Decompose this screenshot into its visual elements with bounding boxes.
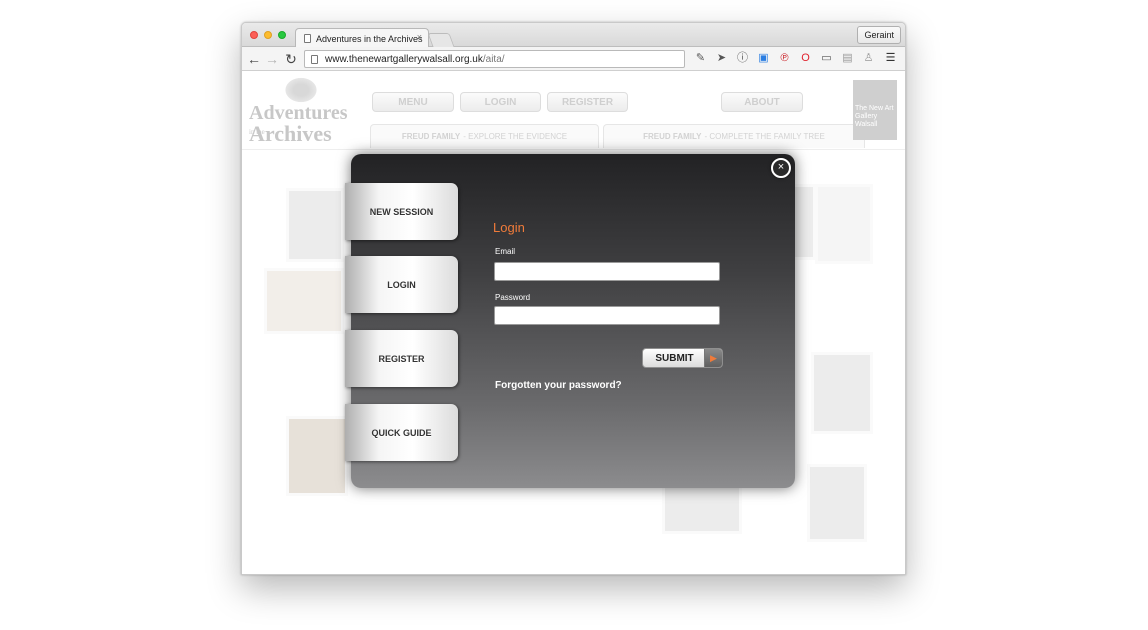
cast-icon[interactable]: ▭ — [820, 52, 833, 65]
page-icon — [304, 34, 311, 43]
window-icon[interactable]: ▣ — [757, 52, 770, 65]
about-button[interactable]: ABOUT — [721, 92, 803, 112]
info-icon[interactable]: ⓘ — [736, 52, 749, 65]
side-tab-label: LOGIN — [387, 279, 416, 290]
archive-photo[interactable] — [811, 352, 873, 434]
forward-icon[interactable]: → — [264, 51, 280, 67]
tab-family-tree[interactable]: FREUD FAMILY - COMPLETE THE FAMILY TREE — [603, 124, 865, 148]
site-header: Adventures in the Archives MENU LOGIN RE… — [242, 72, 905, 150]
tab-family-rest: - COMPLETE THE FAMILY TREE — [704, 132, 825, 141]
archive-photo[interactable] — [662, 482, 742, 534]
archive-photo[interactable] — [807, 464, 867, 542]
side-tab-register[interactable]: REGISTER — [345, 330, 458, 387]
side-tab-label: NEW SESSION — [369, 206, 434, 217]
tab-explore-evidence[interactable]: FREUD FAMILY - EXPLORE THE EVIDENCE — [370, 124, 599, 148]
page-info-icon — [311, 54, 318, 64]
header-register-button[interactable]: REGISTER — [547, 92, 628, 112]
profile-button[interactable]: Geraint — [857, 26, 901, 44]
tab-family-bold: FREUD FAMILY — [643, 132, 702, 141]
side-tab-label: REGISTER — [378, 353, 425, 364]
login-title: Login — [493, 220, 525, 235]
arrow-right-icon: ▶ — [704, 349, 722, 367]
side-tab-label: QUICK GUIDE — [371, 427, 432, 438]
tab-explore-rest: - EXPLORE THE EVIDENCE — [463, 132, 568, 141]
archive-photo[interactable] — [815, 184, 873, 264]
browser-toolbar: ← → ↻ www.thenewartgallerywalsall.org.uk… — [242, 47, 905, 71]
side-tab-new-session[interactable]: NEW SESSION — [345, 183, 458, 240]
browser-tab-active[interactable]: Adventures in the Archives × — [295, 28, 429, 48]
side-tab-login[interactable]: LOGIN — [345, 256, 458, 313]
password-label: Password — [495, 293, 531, 302]
forgot-password-link[interactable]: Forgotten your password? — [495, 380, 622, 391]
archive-photo[interactable] — [286, 416, 348, 496]
address-bar[interactable]: www.thenewartgallerywalsall.org.uk/aita/ — [304, 50, 685, 68]
url-domain: www.thenewartgallerywalsall.org.uk — [325, 53, 483, 65]
pinterest-icon[interactable]: ℗ — [778, 52, 791, 65]
close-window-button[interactable] — [250, 31, 258, 39]
layers-icon[interactable]: ▤ — [841, 52, 854, 65]
header-login-button[interactable]: LOGIN — [460, 92, 541, 112]
person-icon[interactable]: ♙ — [862, 52, 875, 65]
tab-title: Adventures in the Archives — [316, 33, 423, 44]
site-logo[interactable]: Adventures in the Archives — [249, 74, 355, 146]
zoom-window-button[interactable] — [278, 31, 286, 39]
new-tab-button[interactable] — [427, 33, 455, 47]
back-icon[interactable]: ← — [246, 51, 262, 67]
logo-line-3: Archives — [249, 121, 332, 146]
menu-icon[interactable]: ☰ — [884, 52, 897, 65]
minimize-window-button[interactable] — [264, 31, 272, 39]
menu-button[interactable]: MENU — [372, 92, 454, 112]
reload-icon[interactable]: ↻ — [283, 51, 299, 67]
submit-button[interactable]: SUBMIT ▶ — [642, 348, 723, 368]
archive-photo[interactable] — [286, 188, 344, 262]
tab-close-icon[interactable]: × — [417, 32, 422, 42]
email-field[interactable] — [494, 262, 720, 281]
cursor-icon[interactable]: ➤ — [715, 52, 728, 65]
email-label: Email — [495, 247, 516, 256]
opera-icon[interactable]: O — [799, 52, 812, 65]
tree-logo-icon — [283, 76, 319, 104]
gallery-logo[interactable]: The New Art Gallery Walsall — [853, 80, 897, 140]
close-icon[interactable]: × — [771, 158, 791, 178]
submit-label: SUBMIT — [655, 352, 694, 364]
tab-bar: Adventures in the Archives × Geraint — [242, 23, 905, 48]
tab-explore-bold: FREUD FAMILY — [401, 132, 461, 141]
side-tab-quick-guide[interactable]: QUICK GUIDE — [345, 404, 458, 461]
eyedropper-icon[interactable]: ✎ — [694, 52, 707, 65]
password-field[interactable] — [494, 306, 720, 325]
url-path: /aita/ — [482, 53, 505, 65]
archive-photo[interactable] — [264, 268, 344, 334]
